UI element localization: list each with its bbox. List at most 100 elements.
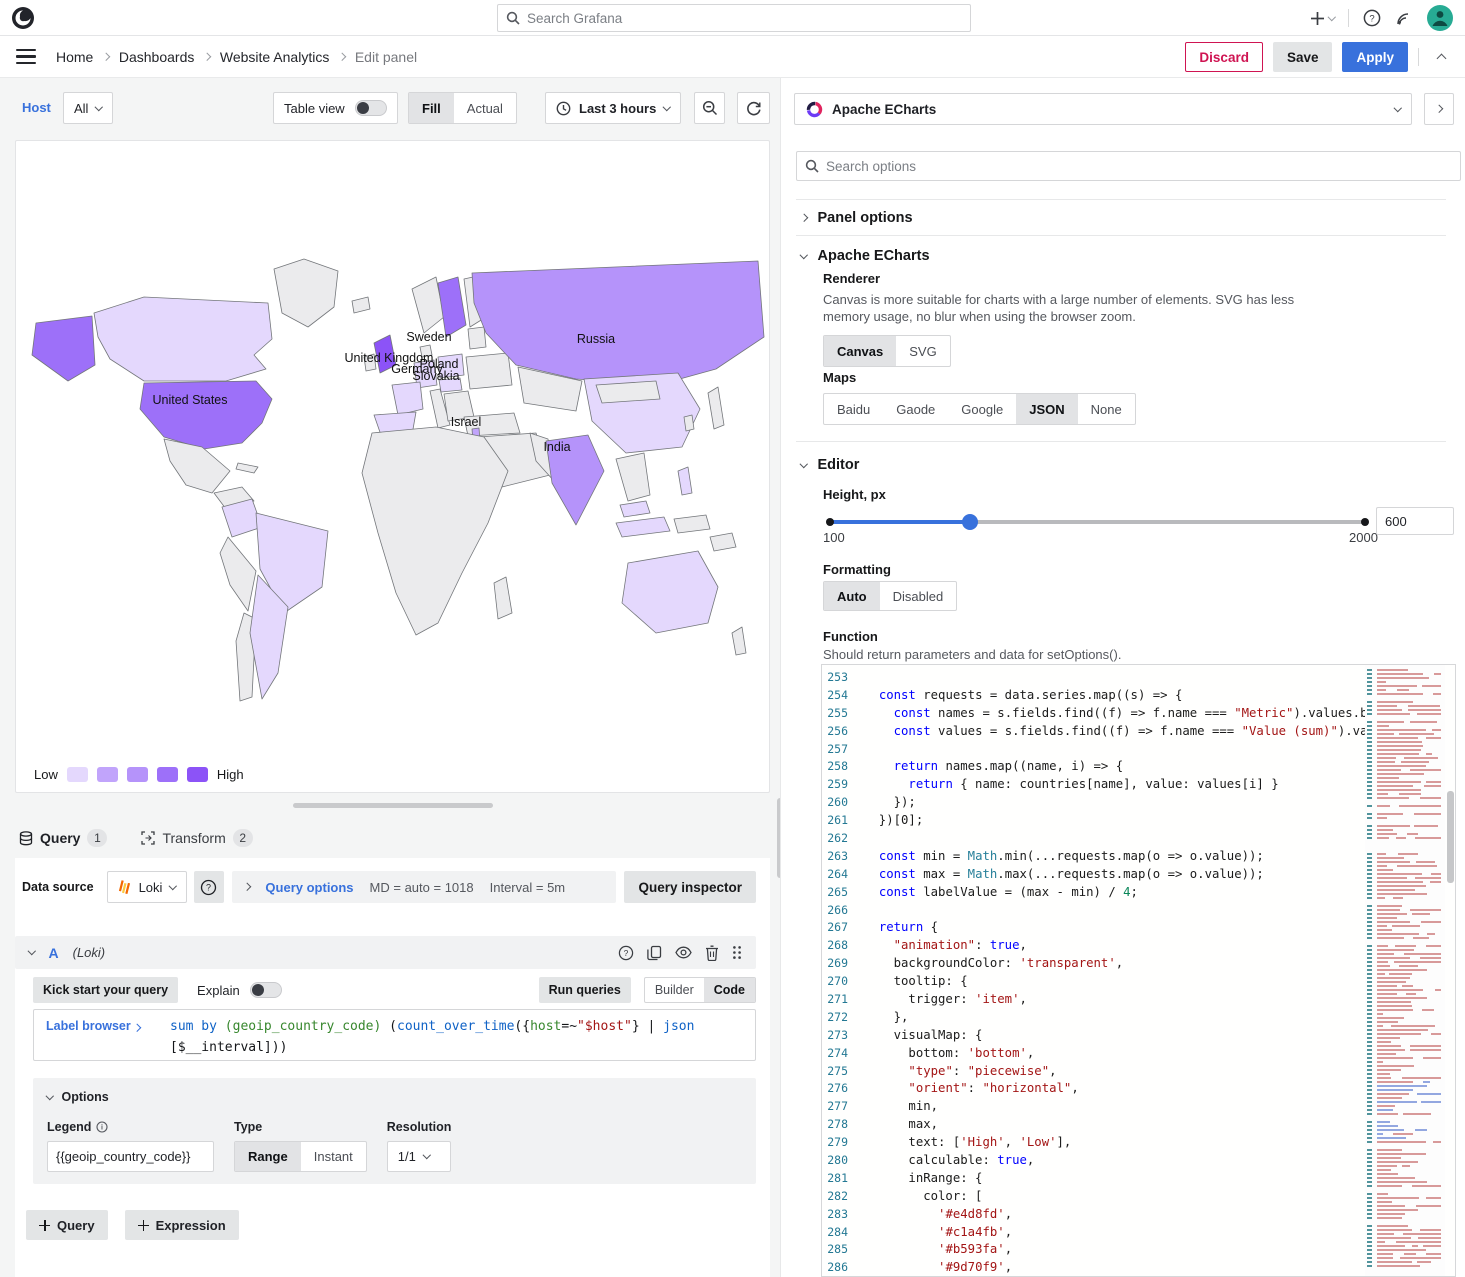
editor-scrollbar[interactable] [1447, 791, 1454, 883]
drag-handle-icon[interactable] [732, 945, 742, 960]
user-avatar[interactable] [1427, 5, 1453, 31]
legend-swatch[interactable] [127, 767, 148, 782]
query-expression-editor[interactable]: Label browser sum by (geoip_country_code… [33, 1009, 756, 1061]
horizontal-scrollbar[interactable] [293, 803, 493, 808]
time-range-picker[interactable]: Last 3 hours [545, 92, 681, 124]
add-expression-button[interactable]: Expression [125, 1210, 239, 1240]
tab-query[interactable]: Query 1 [15, 822, 111, 854]
duplicate-query-icon[interactable] [647, 945, 662, 961]
code-lines: 253254 const requests = data.series.map(… [822, 665, 1455, 1276]
collapse-pane-icon[interactable] [1429, 42, 1453, 72]
legend-swatch[interactable] [97, 767, 118, 782]
kick-start-query-button[interactable]: Kick start your query [33, 977, 178, 1003]
open-viz-list-button[interactable] [1424, 93, 1454, 125]
fill-option[interactable]: Fill [409, 93, 454, 123]
echarts-map-panel[interactable]: United StatesSwedenUnited KingdomGermany… [15, 140, 770, 793]
help-icon[interactable]: ? [1363, 9, 1381, 27]
search-input[interactable] [527, 11, 962, 26]
section-apache-echarts[interactable]: Apache ECharts [781, 239, 1465, 273]
datasource-label: Data source [22, 880, 94, 894]
section-editor[interactable]: Editor [781, 448, 1465, 482]
section-panel-options[interactable]: Panel options [781, 201, 1465, 235]
breadcrumb-dashboards[interactable]: Dashboards [119, 49, 195, 65]
explain-toggle[interactable] [250, 982, 282, 998]
panel-options-pane: Apache ECharts Panel options Apache ECha… [780, 78, 1465, 1277]
hide-query-icon[interactable] [675, 946, 692, 959]
chevron-down-icon [663, 103, 671, 111]
label-browser-button[interactable]: Label browser [34, 1010, 162, 1060]
maps-json-option[interactable]: JSON [1016, 394, 1077, 424]
legend-swatch[interactable] [187, 767, 208, 782]
query-ref-id: A [49, 945, 59, 961]
zoom-out-time-button[interactable] [694, 92, 725, 124]
run-queries-button[interactable]: Run queries [539, 977, 631, 1003]
tab-transform[interactable]: Transform 2 [137, 822, 256, 854]
maps-gaode-option[interactable]: Gaode [883, 394, 948, 424]
height-slider-handle[interactable] [962, 514, 978, 530]
query-count-badge: 1 [87, 829, 107, 847]
disabled-option[interactable]: Disabled [880, 582, 957, 610]
code-option[interactable]: Code [704, 978, 755, 1002]
options-section-toggle[interactable]: Options [47, 1090, 742, 1104]
chevron-down-icon [28, 947, 36, 955]
visualmap-legend: Low High [34, 767, 244, 782]
legend-high-label: High [217, 767, 244, 782]
new-menu-button[interactable] [1310, 11, 1335, 26]
builder-option[interactable]: Builder [645, 978, 704, 1002]
renderer-label: Renderer [823, 271, 1294, 286]
save-button[interactable]: Save [1273, 42, 1333, 72]
add-query-button[interactable]: Query [26, 1210, 108, 1240]
datasource-help-button[interactable]: ? [194, 871, 224, 903]
height-slider[interactable] [829, 520, 1366, 524]
svg-text:India: India [543, 440, 570, 454]
discard-button[interactable]: Discard [1185, 42, 1263, 72]
news-icon[interactable] [1395, 9, 1413, 27]
chevron-right-icon [338, 53, 346, 61]
auto-option[interactable]: Auto [824, 582, 880, 610]
height-label: Height, px [823, 487, 886, 502]
breadcrumb-home[interactable]: Home [56, 49, 93, 65]
query-help-icon[interactable]: ? [618, 945, 634, 961]
query-options-toggle[interactable]: Query options [265, 880, 353, 895]
maps-none-option[interactable]: None [1078, 394, 1135, 424]
query-a-header[interactable]: A (Loki) ? [15, 936, 756, 969]
legend-swatches [67, 767, 208, 782]
svg-option[interactable]: SVG [896, 336, 949, 366]
maps-google-option[interactable]: Google [948, 394, 1016, 424]
range-option[interactable]: Range [235, 1142, 301, 1171]
refresh-button[interactable] [737, 92, 770, 124]
legend-format-input[interactable] [47, 1141, 214, 1172]
menu-toggle-icon[interactable] [16, 49, 36, 64]
global-search[interactable] [497, 4, 971, 32]
delete-query-icon[interactable] [705, 945, 719, 961]
instant-option[interactable]: Instant [301, 1142, 366, 1171]
canvas-option[interactable]: Canvas [824, 336, 896, 366]
breadcrumb-dashboard-name[interactable]: Website Analytics [220, 49, 329, 65]
formatting-segment: Auto Disabled [823, 581, 957, 611]
breadcrumb: Home Dashboards Website Analytics Edit p… [56, 36, 417, 78]
legend-swatch[interactable] [67, 767, 88, 782]
table-view-toggle[interactable] [355, 100, 387, 116]
table-view-control: Table view [273, 92, 398, 124]
visualization-picker[interactable]: Apache ECharts [794, 93, 1412, 125]
query-inspector-button[interactable]: Query inspector [624, 871, 756, 903]
logql-expression[interactable]: sum by (geoip_country_code) (count_over_… [162, 1010, 755, 1060]
legend-swatch[interactable] [157, 767, 178, 782]
options-search-input[interactable] [826, 159, 1452, 174]
host-variable-select[interactable]: All [63, 92, 113, 124]
grafana-logo[interactable] [10, 5, 36, 31]
actual-option[interactable]: Actual [454, 93, 516, 123]
svg-text:Israel: Israel [451, 415, 482, 429]
plus-icon [39, 1220, 50, 1231]
function-code-editor[interactable]: 253254 const requests = data.series.map(… [821, 664, 1456, 1277]
maps-baidu-option[interactable]: Baidu [824, 394, 883, 424]
resolution-select[interactable]: 1/1 [387, 1141, 452, 1172]
options-search[interactable] [796, 151, 1461, 181]
query-type-segment: Range Instant [234, 1141, 367, 1172]
minimap[interactable] [1365, 665, 1445, 1277]
query-datasource-hint: (Loki) [73, 945, 106, 960]
divider [1348, 9, 1349, 27]
datasource-picker[interactable]: Loki [107, 871, 187, 903]
apply-button[interactable]: Apply [1342, 42, 1408, 72]
height-value-input[interactable] [1376, 507, 1454, 535]
